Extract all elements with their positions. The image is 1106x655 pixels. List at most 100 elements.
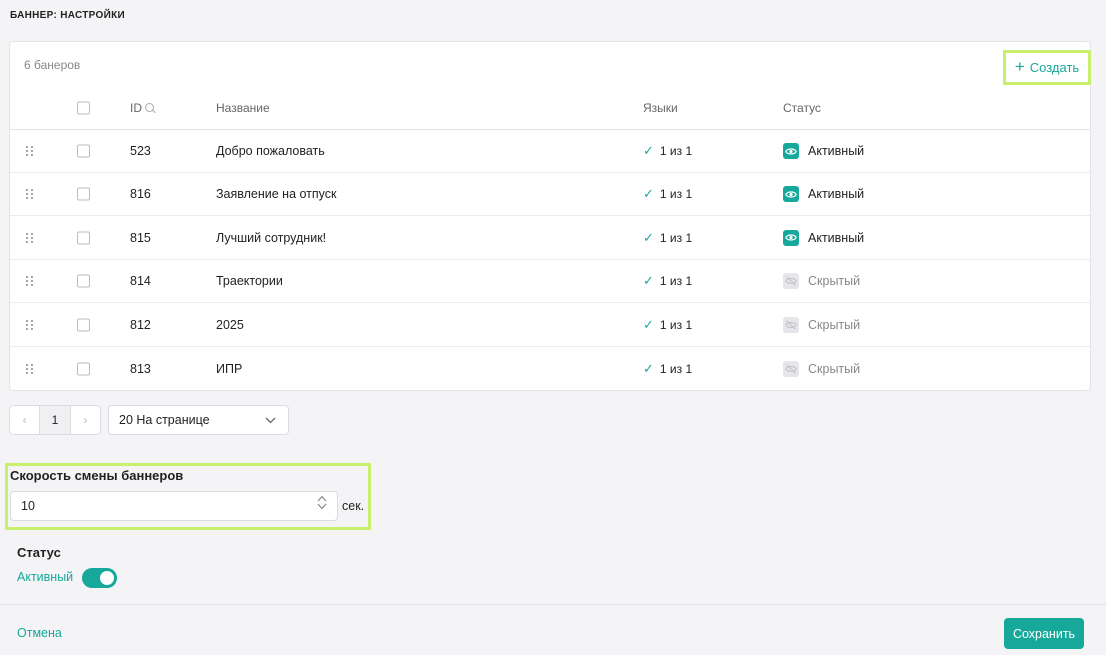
row-name[interactable]: ИПР bbox=[216, 362, 242, 376]
row-status-label: Скрытый bbox=[808, 317, 861, 332]
drag-handle-icon[interactable] bbox=[26, 276, 34, 287]
row-languages-value: 1 из 1 bbox=[659, 187, 693, 202]
create-button[interactable]: + Создать bbox=[1003, 50, 1091, 85]
select-all-checkbox[interactable] bbox=[77, 101, 90, 114]
eye-icon[interactable] bbox=[783, 186, 799, 203]
per-page-select[interactable]: 20 На странице bbox=[108, 405, 289, 435]
eye-off-icon[interactable] bbox=[783, 360, 799, 377]
row-languages: ✓ 1 из 1 bbox=[643, 143, 692, 159]
save-button[interactable]: Сохранить bbox=[1004, 618, 1084, 649]
speed-stepper[interactable] bbox=[317, 495, 327, 510]
eye-icon[interactable] bbox=[783, 143, 799, 159]
next-page-button[interactable]: › bbox=[71, 406, 100, 434]
row-languages: ✓ 1 из 1 bbox=[643, 317, 692, 333]
banner-speed-block: Скорость смены баннеров 10 сек. bbox=[5, 463, 371, 530]
check-icon: ✓ bbox=[643, 316, 654, 332]
header-languages: Языки bbox=[643, 100, 678, 115]
row-name[interactable]: Заявление на отпуск bbox=[216, 187, 337, 201]
row-name[interactable]: Добро пожаловать bbox=[216, 144, 325, 158]
row-checkbox[interactable] bbox=[77, 362, 90, 375]
row-name[interactable]: Траектории bbox=[216, 274, 283, 288]
row-languages-value: 1 из 1 bbox=[659, 274, 693, 289]
row-status-label: Скрытый bbox=[808, 361, 861, 376]
row-status: Скрытый bbox=[783, 316, 861, 333]
prev-page-button[interactable]: ‹ bbox=[10, 406, 39, 434]
status-toggle[interactable] bbox=[82, 568, 117, 588]
table-row[interactable]: 813 ИПР ✓ 1 из 1 Скрытый bbox=[10, 347, 1090, 390]
toggle-knob bbox=[100, 571, 114, 585]
row-checkbox[interactable] bbox=[77, 274, 90, 288]
banner-speed-unit: сек. bbox=[342, 499, 365, 513]
row-languages: ✓ 1 из 1 bbox=[643, 361, 692, 377]
drag-handle-icon[interactable] bbox=[26, 363, 34, 374]
row-id: 816 bbox=[130, 187, 151, 202]
row-id: 523 bbox=[130, 144, 151, 158]
row-id: 815 bbox=[130, 230, 151, 245]
row-languages: ✓ 1 из 1 bbox=[643, 273, 692, 289]
pagination: ‹ 1 › bbox=[9, 405, 101, 435]
search-icon[interactable] bbox=[145, 103, 154, 112]
check-icon: ✓ bbox=[643, 360, 654, 376]
row-status-label: Активный bbox=[808, 187, 865, 202]
row-checkbox[interactable] bbox=[77, 144, 90, 158]
status-toggle-label: Активный bbox=[17, 570, 74, 584]
plus-icon: + bbox=[1014, 57, 1025, 76]
check-icon: ✓ bbox=[643, 186, 654, 202]
banner-count: 6 банеров bbox=[24, 58, 81, 72]
chevron-up-icon[interactable] bbox=[317, 495, 327, 502]
header-id[interactable]: ID bbox=[130, 101, 154, 115]
page-number[interactable]: 1 bbox=[39, 406, 71, 434]
row-id: 814 bbox=[130, 274, 151, 289]
row-languages-value: 1 из 1 bbox=[659, 361, 693, 376]
chevron-down-icon[interactable] bbox=[317, 503, 327, 510]
header-name: Название bbox=[216, 100, 270, 115]
banner-speed-label: Скорость смены баннеров bbox=[10, 468, 184, 483]
row-languages-value: 1 из 1 bbox=[659, 317, 693, 332]
row-languages-value: 1 из 1 bbox=[659, 144, 693, 158]
banner-speed-value: 10 bbox=[21, 499, 35, 513]
drag-handle-icon[interactable] bbox=[26, 232, 34, 243]
chevron-down-icon bbox=[265, 417, 276, 423]
row-name[interactable]: Лучший сотрудник! bbox=[216, 231, 326, 245]
drag-handle-icon[interactable] bbox=[26, 319, 34, 330]
table-row[interactable]: 815 Лучший сотрудник! ✓ 1 из 1 Активный bbox=[10, 217, 1090, 260]
row-status-label: Активный bbox=[808, 144, 865, 158]
row-languages: ✓ 1 из 1 bbox=[643, 186, 692, 202]
table-row[interactable]: 523 Добро пожаловать ✓ 1 из 1 Активный bbox=[10, 130, 1090, 173]
eye-off-icon[interactable] bbox=[783, 273, 799, 290]
row-checkbox[interactable] bbox=[77, 187, 90, 201]
page-title: БАННЕР: НАСТРОЙКИ bbox=[10, 10, 125, 21]
banners-table-card: 6 банеров + Создать ID Название Языки Ст… bbox=[9, 41, 1091, 391]
row-checkbox[interactable] bbox=[77, 231, 90, 245]
row-status: Активный bbox=[783, 143, 864, 159]
chevron-right-icon: › bbox=[83, 413, 88, 427]
check-icon: ✓ bbox=[643, 273, 654, 289]
check-icon: ✓ bbox=[643, 143, 654, 158]
row-status-label: Активный bbox=[808, 230, 865, 245]
table-row[interactable]: 814 Траектории ✓ 1 из 1 Скрытый bbox=[10, 260, 1090, 304]
row-status: Скрытый bbox=[783, 273, 860, 290]
drag-handle-icon[interactable] bbox=[26, 146, 34, 156]
row-status: Активный bbox=[783, 229, 865, 246]
row-id: 812 bbox=[130, 317, 151, 332]
row-checkbox[interactable] bbox=[77, 318, 90, 332]
eye-icon[interactable] bbox=[783, 229, 799, 246]
row-status: Скрытый bbox=[783, 360, 861, 377]
row-name[interactable]: 2025 bbox=[216, 318, 244, 332]
banner-speed-input[interactable]: 10 bbox=[10, 491, 338, 521]
row-languages-value: 1 из 1 bbox=[659, 230, 693, 245]
row-languages: ✓ 1 из 1 bbox=[643, 230, 692, 246]
eye-off-icon[interactable] bbox=[783, 316, 799, 333]
status-section-title: Статус bbox=[17, 545, 61, 560]
check-icon: ✓ bbox=[643, 229, 654, 245]
per-page-value: 20 На странице bbox=[119, 413, 210, 427]
row-id: 813 bbox=[130, 361, 151, 376]
table-row[interactable]: 812 2025 ✓ 1 из 1 Скрытый bbox=[10, 304, 1090, 347]
footer: Отмена Сохранить bbox=[0, 604, 1106, 655]
table-header: ID Название Языки Статус bbox=[10, 86, 1090, 130]
table-row[interactable]: 816 Заявление на отпуск ✓ 1 из 1 Активны… bbox=[10, 173, 1090, 217]
cancel-button[interactable]: Отмена bbox=[17, 626, 62, 640]
drag-handle-icon[interactable] bbox=[26, 189, 34, 200]
chevron-left-icon: ‹ bbox=[22, 413, 27, 427]
create-button-label: Создать bbox=[1029, 60, 1080, 75]
